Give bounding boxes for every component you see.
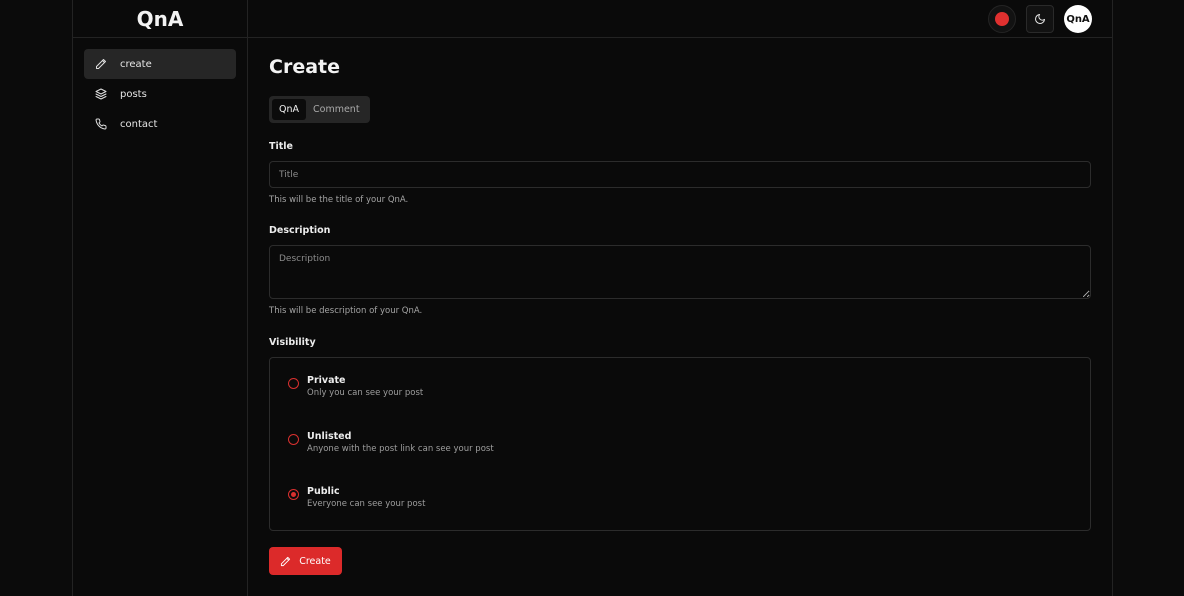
brand-logo[interactable]: QnA: [73, 0, 247, 38]
create-button-label: Create: [299, 555, 331, 567]
unlisted-radio[interactable]: [288, 434, 299, 445]
app-frame: QnA QnA create posts contact Create QnA …: [72, 0, 1113, 596]
sidebar-item-contact[interactable]: contact: [84, 109, 236, 139]
moon-icon: [1035, 14, 1045, 24]
option-title: Private: [307, 375, 346, 386]
visibility-options: Private Only you can see your post Unlis…: [269, 357, 1091, 531]
sidebar-item-posts[interactable]: posts: [84, 79, 236, 109]
private-radio[interactable]: [288, 378, 299, 389]
page-title: Create: [269, 56, 340, 78]
visibility-option-private[interactable]: Private Only you can see your post: [288, 375, 423, 398]
sidebar-item-label: posts: [120, 88, 147, 100]
option-description: Anyone with the post link can see your p…: [307, 444, 494, 454]
description-input[interactable]: [269, 245, 1091, 299]
description-label: Description: [269, 225, 331, 236]
avatar[interactable]: QnA: [1064, 5, 1092, 33]
sidebar-item-label: create: [120, 58, 152, 70]
phone-icon: [94, 117, 108, 131]
visibility-option-unlisted[interactable]: Unlisted Anyone with the post link can s…: [288, 431, 494, 454]
option-description: Only you can see your post: [307, 388, 424, 398]
sidebar-item-label: contact: [120, 118, 158, 130]
title-input[interactable]: [269, 161, 1091, 188]
visibility-label: Visibility: [269, 337, 316, 348]
pencil-icon: [280, 556, 291, 567]
record-dot-icon: [995, 12, 1009, 26]
main-content: Create QnA Comment Title This will be th…: [247, 38, 1112, 596]
option-title: Unlisted: [307, 431, 352, 442]
tab-comment[interactable]: Comment: [306, 99, 367, 120]
option-description: Everyone can see your post: [307, 499, 426, 509]
pencil-icon: [94, 57, 108, 71]
tab-qna[interactable]: QnA: [272, 99, 306, 120]
title-label: Title: [269, 141, 293, 152]
public-radio[interactable]: [288, 489, 299, 500]
theme-toggle-button[interactable]: [1026, 5, 1054, 33]
layers-icon: [94, 87, 108, 101]
visibility-option-public[interactable]: Public Everyone can see your post: [288, 486, 425, 509]
description-hint: This will be description of your QnA.: [269, 306, 423, 316]
sidebar-item-create[interactable]: create: [84, 49, 236, 79]
create-button[interactable]: Create: [269, 547, 342, 575]
record-button[interactable]: [988, 5, 1016, 33]
top-bar: QnA: [247, 0, 1112, 38]
sidebar: create posts contact: [73, 38, 247, 596]
form-type-tabs: QnA Comment: [269, 96, 370, 123]
title-hint: This will be the title of your QnA.: [269, 195, 409, 205]
option-title: Public: [307, 486, 340, 497]
